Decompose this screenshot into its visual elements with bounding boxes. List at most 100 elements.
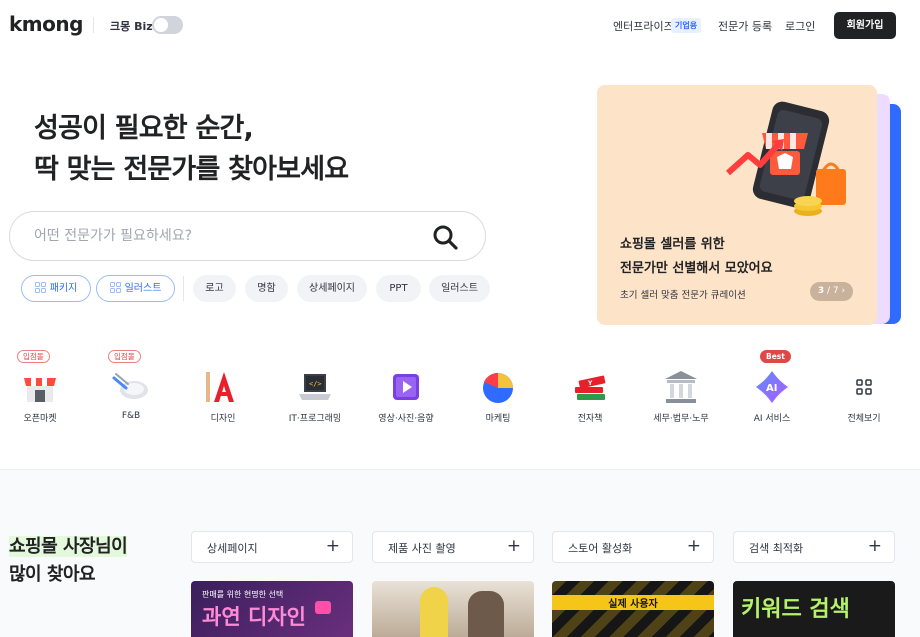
- chip-label: 일러스트: [124, 283, 162, 294]
- ai-icon: AI: [756, 371, 788, 403]
- service-thumbnail[interactable]: 판매를 위한 현명한 선택 과연 디자인: [191, 581, 353, 637]
- biz-toggle[interactable]: [152, 16, 183, 34]
- promo-pager[interactable]: 3 / 7 ›: [810, 282, 853, 301]
- hero-title: 성공이 필요한 순간, 딱 맞는 전문가를 찾아보세요: [34, 108, 349, 190]
- video-icon: [393, 374, 419, 400]
- category-label: AI 서비스: [753, 414, 791, 424]
- grid-icon: [34, 281, 46, 293]
- svg-text:</>: </>: [309, 380, 322, 388]
- category-open-market[interactable]: 입점몰 오픈마켓: [5, 350, 75, 430]
- category-label: 영상·사진·음향: [378, 414, 434, 424]
- nav-enterprise[interactable]: 엔터프라이즈: [613, 18, 674, 34]
- search-bar[interactable]: [9, 211, 486, 261]
- chip-divider: [183, 276, 184, 301]
- plus-icon: +: [325, 536, 340, 556]
- tag-search-optimization[interactable]: 검색 최적화 +: [733, 531, 895, 563]
- laptop-icon: </>: [299, 374, 331, 400]
- section-title-line2: 많이 찾아요: [9, 564, 96, 585]
- tag-label: 검색 최적화: [749, 542, 804, 555]
- biz-label: 크몽 Biz: [110, 20, 153, 33]
- kmong-logo[interactable]: kmong: [9, 12, 83, 36]
- promo-card[interactable]: 쇼핑몰 셀러를 위한 전문가만 선별해서 모았어요 초기 셀러 맞춤 전문가 큐…: [597, 85, 877, 325]
- grid-icon: [109, 281, 121, 293]
- category-video-photo-sound[interactable]: 영상·사진·음향: [371, 350, 441, 430]
- svg-text:Y: Y: [587, 380, 593, 387]
- category-ebook[interactable]: Y 전자책: [555, 350, 625, 430]
- chip-package[interactable]: 패키지: [21, 275, 91, 302]
- search-icon[interactable]: [431, 223, 459, 251]
- chip-ppt[interactable]: PPT: [376, 275, 421, 302]
- service-thumbnail[interactable]: 키워드 검색: [733, 581, 895, 637]
- nav-login[interactable]: 로그인: [785, 18, 815, 34]
- pie-chart-icon: [483, 372, 513, 403]
- category-label: 전체보기: [847, 414, 881, 424]
- promo-subtitle: 초기 셀러 맞춤 전문가 큐레이션: [620, 290, 746, 301]
- search-input[interactable]: [34, 224, 414, 248]
- category-ai-service[interactable]: Best AI AI 서비스: [737, 350, 807, 430]
- hero-title-line1: 성공이 필요한 순간,: [34, 113, 254, 144]
- section-title: 쇼핑몰 사장님이 많이 찾아요: [9, 533, 128, 589]
- toggle-knob: [154, 18, 168, 32]
- heart-icon: [315, 601, 331, 614]
- section-title-line1: 쇼핑몰 사장님이: [9, 536, 128, 557]
- phone-shopping-illustration: [725, 101, 846, 216]
- svg-text:AI: AI: [766, 383, 777, 394]
- category-badge-best: Best: [760, 350, 791, 363]
- tag-label: 제품 사진 촬영: [388, 542, 456, 555]
- service-thumbnail[interactable]: 실제 사용자: [552, 581, 714, 637]
- category-label: 오픈마켓: [23, 414, 57, 424]
- books-icon: Y: [575, 375, 606, 400]
- nav-pro-register[interactable]: 전문가 등록: [718, 18, 772, 34]
- chevron-right-icon: ›: [841, 286, 846, 296]
- chip-detail-page[interactable]: 상세페이지: [297, 275, 367, 302]
- store-icon: [24, 378, 56, 402]
- category-label: 전자책: [577, 414, 603, 424]
- chip-label: 패키지: [49, 283, 78, 294]
- category-design[interactable]: 디자인: [188, 350, 258, 430]
- service-thumbnail[interactable]: [372, 581, 534, 637]
- thumb-headline: 과연 디자인: [202, 605, 306, 629]
- thumb-caption: 실제 사용자: [552, 595, 714, 610]
- grid-icon: [856, 379, 872, 395]
- category-badge: 입점몰: [17, 350, 50, 363]
- plus-icon: +: [506, 536, 521, 556]
- category-label: F&B: [121, 411, 141, 421]
- signup-button[interactable]: 회원가입: [834, 12, 896, 39]
- enterprise-badge: 기업용: [671, 18, 702, 33]
- plus-icon: +: [867, 536, 882, 556]
- design-icon: [206, 372, 234, 402]
- promo-title: 쇼핑몰 셀러를 위한 전문가만 선별해서 모았어요: [620, 233, 860, 281]
- tag-label: 스토어 활성화: [568, 542, 633, 555]
- chip-illustration[interactable]: 일러스트: [96, 275, 175, 302]
- building-icon: [665, 371, 697, 403]
- tag-label: 상세페이지: [207, 542, 258, 555]
- thumb-headline: 키워드 검색: [741, 597, 850, 622]
- divider: [93, 17, 94, 33]
- category-it-programming[interactable]: </> IT·프로그래밍: [280, 350, 350, 430]
- category-view-all[interactable]: 전체보기: [829, 350, 899, 430]
- category-label: 디자인: [210, 414, 236, 424]
- category-tax-legal-labor[interactable]: 세무·법무·노무: [646, 350, 716, 430]
- promo-title-line1: 쇼핑몰 셀러를 위한: [620, 237, 725, 252]
- category-label: 세무·법무·노무: [653, 414, 709, 424]
- person-photo: [420, 587, 448, 637]
- chip-logo[interactable]: 로고: [193, 275, 236, 302]
- category-fnb[interactable]: 입점몰 F&B: [96, 350, 166, 430]
- tag-store-activation[interactable]: 스토어 활성화 +: [552, 531, 714, 563]
- category-label: 마케팅: [485, 414, 511, 424]
- pager-total: / 7: [827, 286, 839, 296]
- promo-title-line2: 전문가만 선별해서 모았어요: [620, 261, 773, 276]
- chip-business-card[interactable]: 명함: [245, 275, 288, 302]
- tag-detail-page[interactable]: 상세페이지 +: [191, 531, 353, 563]
- tag-product-photo[interactable]: 제품 사진 촬영 +: [372, 531, 534, 563]
- category-badge: 입점몰: [108, 350, 141, 363]
- thumb-caption: 판매를 위한 현명한 선택: [202, 590, 284, 599]
- category-label: IT·프로그래밍: [288, 414, 342, 424]
- dish-icon: [112, 373, 148, 399]
- chip-illustration-2[interactable]: 일러스트: [429, 275, 490, 302]
- person-photo: [468, 591, 504, 637]
- category-marketing[interactable]: 마케팅: [463, 350, 533, 430]
- plus-icon: +: [686, 536, 701, 556]
- pager-current: 3: [817, 286, 825, 296]
- hero-title-line2: 딱 맞는 전문가를 찾아보세요: [34, 154, 349, 185]
